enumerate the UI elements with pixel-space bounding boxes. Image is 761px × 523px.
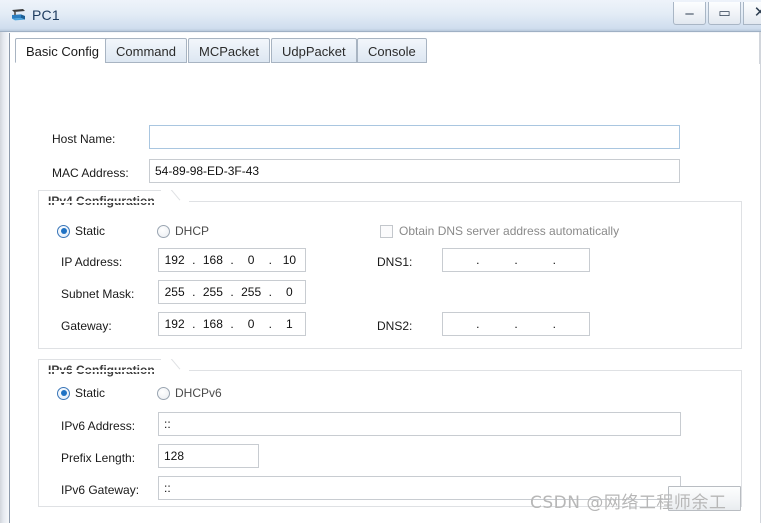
ipv6-dhcpv6-label: DHCPv6 xyxy=(175,386,222,400)
radio-indicator-selected xyxy=(57,224,70,238)
octet-separator: . xyxy=(476,253,480,267)
octet-separator: . xyxy=(192,317,196,331)
tab-label: UdpPacket xyxy=(282,44,346,59)
obtain-dns-auto-label: Obtain DNS server address automatically xyxy=(399,224,620,238)
window-client-area: Basic Config Command MCPacket UdpPacket … xyxy=(9,33,760,523)
host-name-label: Host Name: xyxy=(52,132,116,146)
ipv6-static-label: Static xyxy=(75,386,106,400)
window-titlebar: PC1 – ▭ ✕ xyxy=(0,0,761,32)
octet-1[interactable]: 255 xyxy=(159,281,190,303)
radio-indicator-unselected xyxy=(157,386,170,400)
octet-1[interactable]: 192 xyxy=(159,249,190,271)
tab-strip: Basic Config Command MCPacket UdpPacket … xyxy=(10,38,760,69)
octet-separator: . xyxy=(230,317,234,331)
ipv6-gateway-label: IPv6 Gateway: xyxy=(61,483,140,497)
dns2-input[interactable]: . . . xyxy=(442,312,590,336)
ipv6-dhcpv6-radio[interactable]: DHCPv6 xyxy=(157,386,222,400)
window-frame-left xyxy=(0,32,9,523)
octet-3[interactable]: 0 xyxy=(236,313,267,335)
ipv6-address-label: IPv6 Address: xyxy=(61,419,136,433)
close-icon: ✕ xyxy=(753,4,761,21)
subnet-mask-input[interactable]: 255. 255. 255. 0 xyxy=(158,280,306,304)
minimize-button[interactable]: – xyxy=(673,2,706,25)
ip-address-input[interactable]: 192. 168. 0. 10 xyxy=(158,248,306,272)
octet-separator: . xyxy=(514,317,518,331)
close-button[interactable]: ✕ xyxy=(743,2,761,25)
ipv6-static-radio[interactable]: Static xyxy=(57,386,105,400)
octet-separator: . xyxy=(268,317,272,331)
ipv4-dhcp-label: DHCP xyxy=(175,224,210,238)
octet-3[interactable]: 0 xyxy=(236,249,267,271)
octet-4[interactable]: 1 xyxy=(274,313,305,335)
tab-console[interactable]: Console xyxy=(357,38,427,63)
maximize-icon: ▭ xyxy=(718,5,731,20)
pc-device-icon xyxy=(9,6,29,26)
ipv6-configuration-group: IPv6 Configuration Static DHCPv6 IPv6 Ad… xyxy=(38,359,742,507)
dns1-label: DNS1: xyxy=(377,255,413,269)
prefix-length-label: Prefix Length: xyxy=(61,451,136,465)
octet-separator: . xyxy=(514,253,518,267)
octet-separator: . xyxy=(476,317,480,331)
octet-separator: . xyxy=(192,285,196,299)
mac-address-input[interactable]: 54-89-98-ED-3F-43 xyxy=(149,159,680,183)
octet-4[interactable]: 0 xyxy=(274,281,305,303)
octet-separator: . xyxy=(230,253,234,267)
tab-udppacket[interactable]: UdpPacket xyxy=(271,38,357,63)
watermark-text: CSDN @网络工程师余工 xyxy=(530,493,727,513)
prefix-length-input[interactable]: 128 xyxy=(158,444,259,468)
octet-1[interactable]: 192 xyxy=(159,313,190,335)
ip-address-label: IP Address: xyxy=(61,255,123,269)
octet-2[interactable]: 255 xyxy=(197,281,228,303)
checkbox-indicator-unchecked xyxy=(380,224,393,238)
octet-separator: . xyxy=(268,253,272,267)
obtain-dns-auto-checkbox[interactable]: Obtain DNS server address automatically xyxy=(380,224,619,238)
tab-label: Command xyxy=(116,44,176,59)
tab-label: MCPacket xyxy=(199,44,259,59)
window-title: PC1 xyxy=(32,7,60,23)
maximize-button[interactable]: ▭ xyxy=(708,2,741,25)
ipv6-address-input[interactable]: :: xyxy=(158,412,681,436)
radio-indicator-unselected xyxy=(157,224,170,238)
basic-config-panel: Host Name: MAC Address: 54-89-98-ED-3F-4… xyxy=(10,64,760,523)
ipv4-dhcp-radio[interactable]: DHCP xyxy=(157,224,209,238)
tab-label: Console xyxy=(368,44,416,59)
tab-basic-config[interactable]: Basic Config xyxy=(15,38,110,63)
tab-mcpacket[interactable]: MCPacket xyxy=(188,38,270,63)
tab-command[interactable]: Command xyxy=(105,38,187,63)
gateway-label: Gateway: xyxy=(61,319,112,333)
radio-indicator-selected xyxy=(57,386,70,400)
minimize-icon: – xyxy=(685,5,694,22)
gateway-input[interactable]: 192. 168. 0. 1 xyxy=(158,312,306,336)
pc1-config-window: PC1 – ▭ ✕ Basic Config Command MCPacket … xyxy=(0,0,761,523)
octet-2[interactable]: 168 xyxy=(197,249,228,271)
octet-separator: . xyxy=(268,285,272,299)
octet-2[interactable]: 168 xyxy=(197,313,228,335)
ipv4-static-label: Static xyxy=(75,224,106,238)
mac-address-label: MAC Address: xyxy=(52,166,129,180)
subnet-mask-label: Subnet Mask: xyxy=(61,287,135,301)
tab-label: Basic Config xyxy=(26,44,99,59)
octet-4[interactable]: 10 xyxy=(274,249,305,271)
host-name-input[interactable] xyxy=(149,125,680,149)
octet-separator: . xyxy=(552,317,556,331)
octet-separator: . xyxy=(192,253,196,267)
octet-separator: . xyxy=(230,285,234,299)
dns1-input[interactable]: . . . xyxy=(442,248,590,272)
octet-3[interactable]: 255 xyxy=(236,281,267,303)
ipv4-static-radio[interactable]: Static xyxy=(57,224,105,238)
ipv4-configuration-group: IPv4 Configuration Static DHCP IP Addres… xyxy=(38,190,742,349)
octet-separator: . xyxy=(552,253,556,267)
dns2-label: DNS2: xyxy=(377,319,413,333)
